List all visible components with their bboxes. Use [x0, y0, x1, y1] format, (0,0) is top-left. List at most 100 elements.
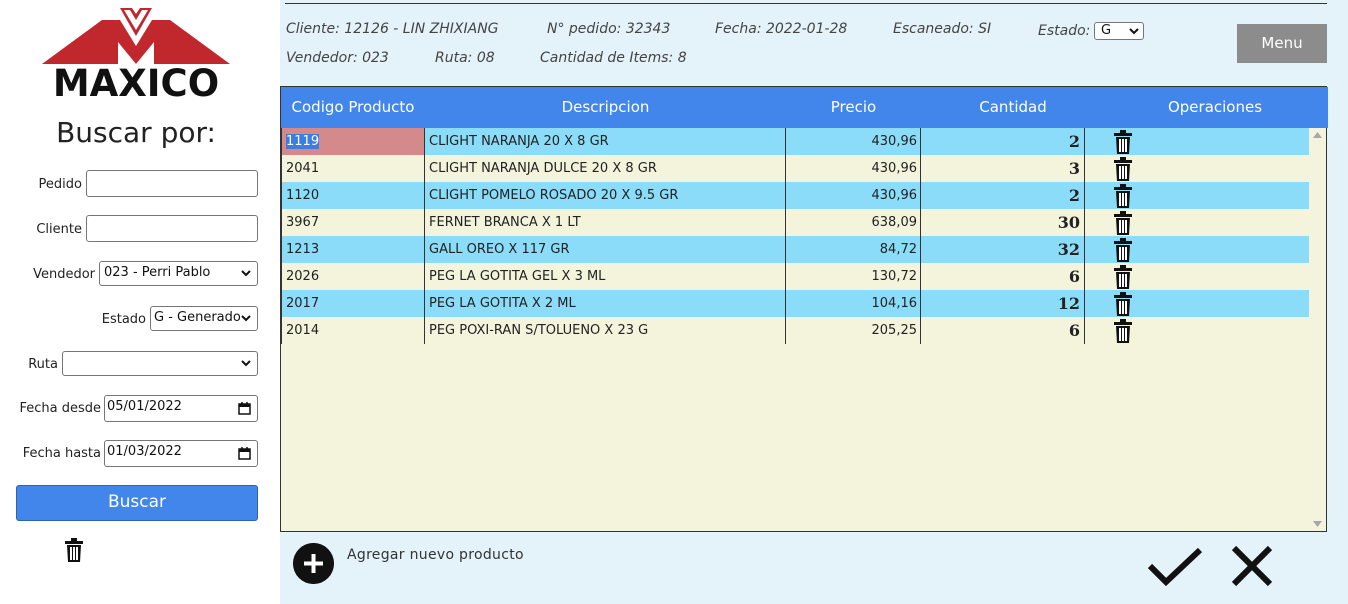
- trash-icon[interactable]: [1113, 238, 1133, 262]
- pedido-label: Pedido: [38, 177, 82, 192]
- cell-desc[interactable]: GALL OREO X 117 GR: [425, 236, 786, 263]
- table-row[interactable]: 1213 GALL OREO X 117 GR 84,72 32: [281, 236, 1310, 263]
- cell-code[interactable]: 2026: [281, 263, 425, 290]
- column-header-precio[interactable]: Precio: [786, 87, 921, 128]
- cell-ops: [1085, 290, 1310, 317]
- chevron-down-icon: [241, 315, 251, 322]
- cell-code[interactable]: 3967: [281, 209, 425, 236]
- cell-qty[interactable]: 6: [921, 263, 1085, 290]
- cell-qty[interactable]: 2: [921, 182, 1085, 209]
- cell-price[interactable]: 84,72: [786, 236, 921, 263]
- cell-code[interactable]: 1119: [281, 128, 425, 155]
- estado-select[interactable]: G - Generado: [150, 306, 258, 331]
- cell-code[interactable]: 2014: [281, 317, 425, 344]
- cell-desc[interactable]: PEG LA GOTITA X 2 ML: [425, 290, 786, 317]
- maxico-logo: MAXICO: [40, 6, 232, 105]
- cell-price[interactable]: 430,96: [786, 128, 921, 155]
- fecha-hasta-label: Fecha hasta: [22, 446, 101, 461]
- table-row[interactable]: 3967 FERNET BRANCA X 1 LT 638,09 30: [281, 209, 1310, 236]
- vendedor-select[interactable]: 023 - Perri Pablo: [99, 261, 258, 286]
- trash-icon[interactable]: [1113, 130, 1133, 154]
- calendar-icon[interactable]: [238, 447, 251, 460]
- header-estado-value: G: [1101, 23, 1112, 38]
- cell-desc[interactable]: CLIGHT NARANJA 20 X 8 GR: [425, 128, 786, 155]
- cell-desc[interactable]: FERNET BRANCA X 1 LT: [425, 209, 786, 236]
- trash-icon[interactable]: [1113, 265, 1133, 289]
- table-scrollbar[interactable]: [1309, 128, 1326, 531]
- vendedor-label: Vendedor: [33, 267, 95, 282]
- calendar-icon[interactable]: [238, 402, 251, 415]
- table-row[interactable]: 2014 PEG POXI-RAN S/TOLUENO X 23 G 205,2…: [281, 317, 1310, 344]
- column-header-descripcion[interactable]: Descripcion: [425, 87, 786, 128]
- table-row[interactable]: 2041 CLIGHT NARANJA DULCE 20 X 8 GR 430,…: [281, 155, 1310, 182]
- cell-ops: [1085, 182, 1310, 209]
- add-icon[interactable]: [293, 543, 334, 584]
- header-estado-label: Estado:: [1038, 23, 1091, 39]
- cell-ops: [1085, 128, 1310, 155]
- add-product-label[interactable]: Agregar nuevo producto: [347, 547, 524, 563]
- sidebar: MAXICO Buscar por: Pedido Cliente Vended…: [0, 0, 272, 604]
- cell-price[interactable]: 104,16: [786, 290, 921, 317]
- fecha-desde-input[interactable]: 05/01/2022: [104, 395, 258, 422]
- table-body: 1119 CLIGHT NARANJA 20 X 8 GR 430,96 2 2…: [281, 128, 1310, 344]
- header-cantidad-items: Cantidad de Items: 8: [540, 50, 687, 66]
- cell-qty[interactable]: 30: [921, 209, 1085, 236]
- table-row[interactable]: 2017 PEG LA GOTITA X 2 ML 104,16 12: [281, 290, 1310, 317]
- cell-desc[interactable]: PEG POXI-RAN S/TOLUENO X 23 G: [425, 317, 786, 344]
- trash-icon[interactable]: [1113, 319, 1133, 343]
- cell-price[interactable]: 430,96: [786, 182, 921, 209]
- cell-price[interactable]: 130,72: [786, 263, 921, 290]
- pedido-input[interactable]: [86, 170, 258, 197]
- trash-icon[interactable]: [1113, 184, 1133, 208]
- cell-desc[interactable]: PEG LA GOTITA GEL X 3 ML: [425, 263, 786, 290]
- scroll-down-icon[interactable]: [1313, 521, 1322, 527]
- trash-icon[interactable]: [1113, 292, 1133, 316]
- trash-icon[interactable]: [64, 538, 84, 562]
- cliente-input[interactable]: [86, 215, 258, 242]
- header-estado-select[interactable]: G: [1094, 22, 1144, 40]
- header-vendedor: Vendedor: 023: [286, 50, 389, 66]
- ruta-select[interactable]: [62, 351, 258, 376]
- table-row[interactable]: 2026 PEG LA GOTITA GEL X 3 ML 130,72 6: [281, 263, 1310, 290]
- logo-text: MAXICO: [52, 62, 220, 105]
- cell-price[interactable]: 430,96: [786, 155, 921, 182]
- estado-select-value: G - Generado: [154, 310, 241, 325]
- cell-code-text[interactable]: 1119: [286, 134, 320, 149]
- scroll-up-icon[interactable]: [1313, 132, 1322, 138]
- cell-ops: [1085, 236, 1310, 263]
- trash-icon[interactable]: [1113, 157, 1133, 181]
- column-header-codigo[interactable]: Codigo Producto: [281, 87, 425, 128]
- header-escaneado: Escaneado: SI: [893, 21, 992, 37]
- cell-ops: [1085, 155, 1310, 182]
- cell-ops: [1085, 263, 1310, 290]
- cell-qty[interactable]: 2: [921, 128, 1085, 155]
- cell-qty[interactable]: 32: [921, 236, 1085, 263]
- cell-code[interactable]: 2017: [281, 290, 425, 317]
- close-icon[interactable]: [1230, 544, 1274, 588]
- cell-desc[interactable]: CLIGHT NARANJA DULCE 20 X 8 GR: [425, 155, 786, 182]
- chevron-down-icon: [241, 270, 251, 277]
- cell-code[interactable]: 1213: [281, 236, 425, 263]
- ruta-label: Ruta: [28, 357, 58, 372]
- search-title: Buscar por:: [56, 116, 216, 149]
- trash-icon[interactable]: [1113, 211, 1133, 235]
- cell-price[interactable]: 205,25: [786, 317, 921, 344]
- cell-code[interactable]: 2041: [281, 155, 425, 182]
- fecha-hasta-input[interactable]: 01/03/2022: [104, 440, 258, 467]
- cliente-label: Cliente: [36, 222, 82, 237]
- table-row[interactable]: 1120 CLIGHT POMELO ROSADO 20 X 9.5 GR 43…: [281, 182, 1310, 209]
- search-button[interactable]: Buscar: [16, 485, 258, 521]
- cell-price[interactable]: 638,09: [786, 209, 921, 236]
- column-header-cantidad[interactable]: Cantidad: [921, 87, 1105, 128]
- cell-desc[interactable]: CLIGHT POMELO ROSADO 20 X 9.5 GR: [425, 182, 786, 209]
- cell-ops: [1085, 317, 1310, 344]
- column-header-operaciones: Operaciones: [1167, 98, 1263, 116]
- cell-qty[interactable]: 12: [921, 290, 1085, 317]
- cell-code[interactable]: 1120: [281, 182, 425, 209]
- cell-qty[interactable]: 3: [921, 155, 1085, 182]
- menu-button[interactable]: Menu: [1237, 24, 1327, 63]
- table-row[interactable]: 1119 CLIGHT NARANJA 20 X 8 GR 430,96 2: [281, 128, 1310, 155]
- check-icon[interactable]: [1146, 544, 1204, 588]
- cell-qty[interactable]: 6: [921, 317, 1085, 344]
- main-panel: Cliente: 12126 - LIN ZHIXIANG N° pedido:…: [280, 0, 1348, 604]
